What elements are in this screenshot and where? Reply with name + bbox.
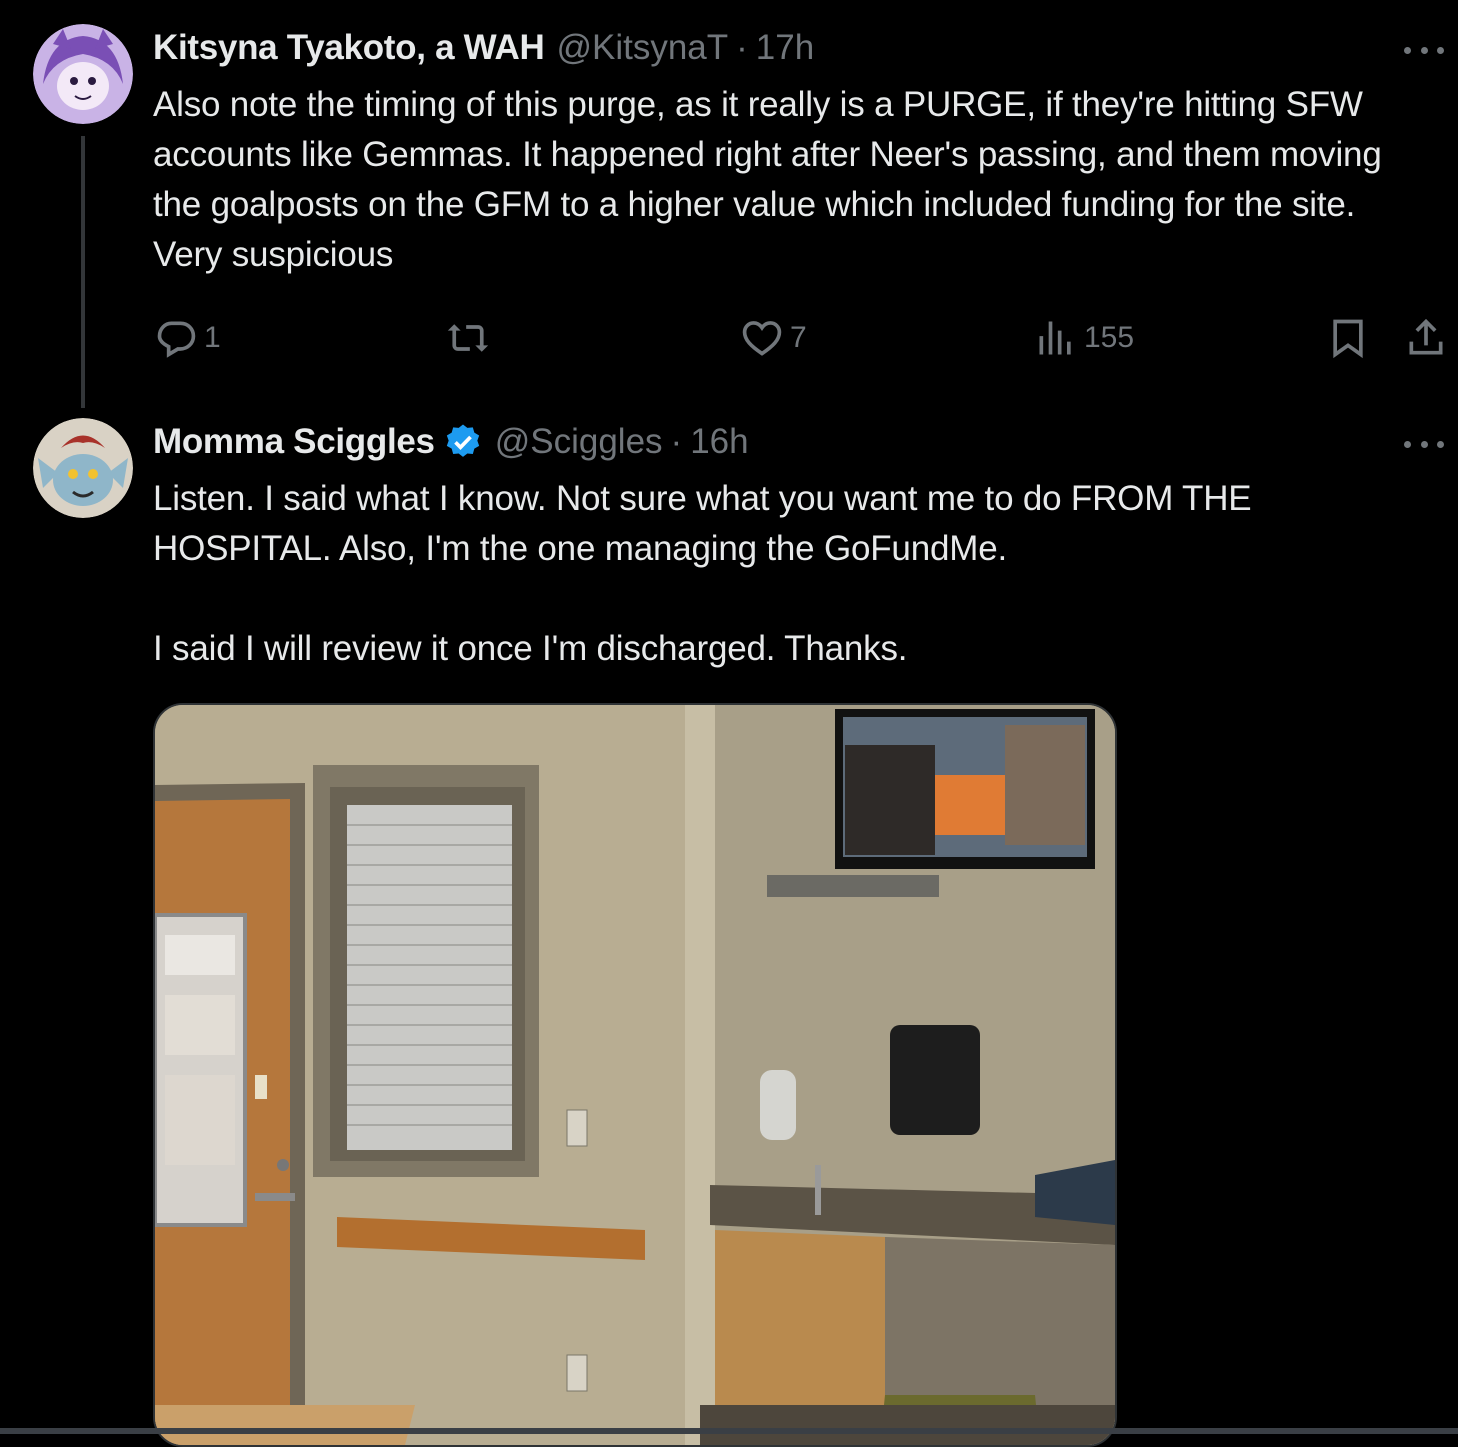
views-button[interactable]: 155: [1034, 310, 1134, 366]
separator: ·: [736, 28, 748, 67]
avatar-sciggles[interactable]: [33, 418, 133, 518]
more-icon[interactable]: [1404, 40, 1444, 60]
like-count: 7: [790, 321, 807, 354]
reply-count: 1: [204, 321, 221, 354]
author-name[interactable]: Momma Sciggles: [153, 422, 435, 462]
author-handle[interactable]: @Sciggles: [495, 422, 663, 462]
bookmark-icon: [1333, 319, 1363, 359]
avatar-kitsyna[interactable]: [33, 24, 133, 124]
share-button[interactable]: [1404, 310, 1448, 366]
author-handle[interactable]: @KitsynaT: [556, 28, 728, 68]
reply-icon: [157, 321, 196, 358]
reply-button[interactable]: 1: [154, 310, 221, 366]
tweet-photo[interactable]: [153, 703, 1117, 1447]
author-name[interactable]: Kitsyna Tyakoto, a WAH: [153, 28, 545, 68]
tweet-kitsyna[interactable]: Kitsyna Tyakoto, a WAH @KitsynaT · 17h A…: [0, 0, 1458, 410]
tweet-text: Also note the timing of this purge, as i…: [153, 85, 1392, 274]
views-icon: [1039, 321, 1071, 355]
timestamp[interactable]: 16h: [690, 422, 748, 462]
views-count: 155: [1084, 321, 1135, 354]
hospital-room-image: [155, 705, 1115, 1445]
window-bottom-edge: [0, 1428, 1458, 1434]
tweet-header: Kitsyna Tyakoto, a WAH @KitsynaT · 17h: [153, 28, 814, 68]
separator: ·: [670, 422, 683, 461]
heart-icon: [742, 321, 782, 356]
bookmark-button[interactable]: [1326, 310, 1370, 366]
tweet-text: Listen. I said what I know. Not sure wha…: [153, 479, 1252, 668]
more-icon[interactable]: [1404, 434, 1444, 454]
like-button[interactable]: 7: [740, 310, 807, 366]
tweet-actions: 1 7 155: [150, 310, 1450, 366]
repost-icon: [447, 324, 489, 352]
tweet-header: Momma Sciggles @Sciggles · 16h: [153, 422, 749, 462]
repost-button[interactable]: [446, 310, 496, 366]
timestamp[interactable]: 17h: [756, 28, 814, 68]
thread-line: [81, 136, 85, 408]
verified-badge-icon[interactable]: [443, 422, 483, 462]
share-icon: [1409, 318, 1443, 355]
